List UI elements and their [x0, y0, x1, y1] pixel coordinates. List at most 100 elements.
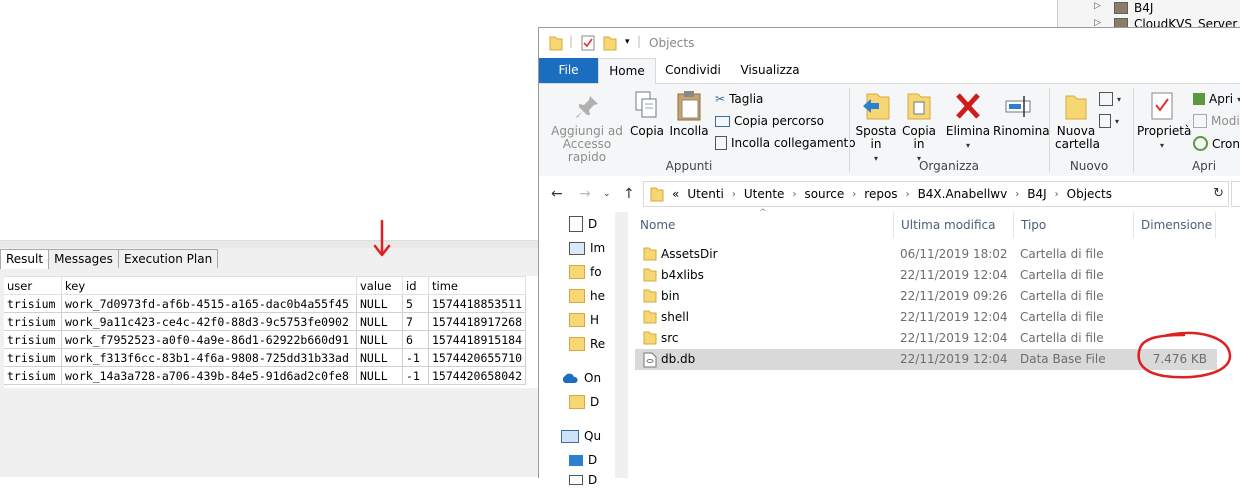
address-box[interactable]: « Utenti › Utente › source › repos › B4X…	[643, 181, 1229, 207]
paste-shortcut-button[interactable]: Incolla collegamento	[715, 136, 856, 150]
cell-user[interactable]: trisium	[4, 330, 62, 349]
pin-quick-access-button[interactable]: Aggiungi ad Accesso rapido	[547, 94, 627, 164]
solution-item[interactable]: B4J	[1114, 0, 1153, 16]
breadcrumb-item[interactable]: repos	[864, 187, 897, 201]
tab-execution-plan[interactable]: Execution Plan	[117, 249, 219, 268]
copy-to-button[interactable]: Copia in ▾	[899, 90, 939, 165]
copy-path-button[interactable]: Copia percorso	[715, 114, 824, 128]
copy-button[interactable]: Copia	[629, 90, 665, 138]
column-header-name[interactable]: Nome	[640, 218, 675, 236]
column-header-size[interactable]: Dimensione	[1141, 218, 1212, 236]
cell-value[interactable]: NULL	[356, 294, 403, 313]
paste-button[interactable]: Incolla	[667, 90, 711, 138]
move-to-button[interactable]: Sposta in ▾	[855, 90, 897, 165]
back-arrow-icon[interactable]: ←	[551, 186, 563, 202]
cell-user[interactable]: trisium	[4, 348, 62, 367]
cell-key[interactable]: work_9a11c423-ce4c-42f0-88d3-9c5753fe090…	[61, 312, 357, 331]
new-item-button[interactable]: ▾	[1099, 92, 1121, 106]
cell-value[interactable]: NULL	[356, 366, 403, 385]
cell-id[interactable]: 7	[402, 312, 429, 331]
breadcrumb-item[interactable]: B4X.Anabellwv	[918, 187, 1008, 201]
refresh-icon[interactable]: ↻	[1213, 186, 1224, 201]
new-folder-icon[interactable]	[603, 35, 617, 51]
breadcrumb-chevron-icon[interactable]: ›	[792, 189, 796, 200]
column-header-time[interactable]: time	[427, 276, 527, 295]
nav-item[interactable]: Qu	[561, 426, 601, 446]
cell-user[interactable]: trisium	[4, 366, 62, 385]
nav-item[interactable]: D	[569, 214, 597, 234]
edit-button[interactable]: Modifi	[1193, 114, 1240, 128]
navigation-scrollbar[interactable]	[615, 212, 628, 478]
file-row[interactable]: shell 22/11/2019 12:04 Cartella di file	[635, 307, 1217, 328]
cell-time[interactable]: 1574420658042	[427, 366, 527, 385]
breadcrumb-item[interactable]: Objects	[1067, 187, 1112, 201]
tab-messages[interactable]: Messages	[48, 249, 119, 268]
splitter[interactable]	[0, 240, 540, 248]
table-row[interactable]: trisium work_7d0973fd-af6b-4515-a165-dac…	[4, 294, 527, 313]
cell-time[interactable]: 1574420655710	[427, 348, 527, 367]
breadcrumb-chevron-icon[interactable]: ›	[732, 189, 736, 200]
new-folder-button[interactable]: Nuova cartella	[1055, 90, 1100, 151]
nav-item[interactable]: H	[569, 310, 599, 330]
nav-item[interactable]: Im	[569, 238, 605, 258]
table-row[interactable]: trisium work_f313f6cc-83b1-4f6a-9808-725…	[4, 348, 527, 367]
column-header-modified[interactable]: Ultima modifica	[901, 218, 996, 236]
nav-item[interactable]: Re	[569, 334, 605, 354]
breadcrumb-overflow[interactable]: «	[672, 187, 679, 201]
easy-access-button[interactable]: ▾	[1099, 114, 1119, 128]
delete-button[interactable]: Elimina ▾	[943, 90, 993, 152]
rename-button[interactable]: Rinomina	[993, 90, 1050, 138]
column-divider[interactable]	[893, 212, 894, 238]
file-row[interactable]: src 22/11/2019 12:04 Cartella di file	[635, 328, 1217, 349]
tab-file[interactable]: File	[539, 58, 598, 83]
breadcrumb-item[interactable]: Utente	[744, 187, 785, 201]
breadcrumb-item[interactable]: B4J	[1027, 187, 1046, 201]
cell-value[interactable]: NULL	[356, 348, 403, 367]
open-button[interactable]: Apri ▾	[1193, 92, 1240, 106]
cell-key[interactable]: work_14a3a728-a706-439b-84e5-91d6ad2c0fe…	[61, 366, 357, 385]
table-row[interactable]: trisium work_f7952523-a0f0-4a9e-86d1-629…	[4, 330, 527, 349]
cell-user[interactable]: trisium	[4, 312, 62, 331]
properties-button[interactable]: Proprietà ▾	[1137, 90, 1191, 152]
query-editor-area[interactable]	[0, 0, 540, 240]
tab-view[interactable]: Visualizza	[735, 58, 805, 83]
nav-item[interactable]: D	[569, 450, 597, 470]
cell-id[interactable]: -1	[402, 348, 429, 367]
column-divider[interactable]	[1215, 212, 1216, 238]
breadcrumb-chevron-icon[interactable]: ›	[1015, 189, 1019, 200]
column-header-value[interactable]: value	[356, 276, 403, 295]
cell-user[interactable]: trisium	[4, 294, 62, 313]
column-header-key[interactable]: key	[61, 276, 357, 295]
breadcrumb-chevron-icon[interactable]: ›	[1055, 189, 1059, 200]
cell-id[interactable]: -1	[402, 366, 429, 385]
column-divider[interactable]	[1133, 212, 1134, 238]
table-row[interactable]: trisium work_14a3a728-a706-439b-84e5-91d…	[4, 366, 527, 385]
cell-key[interactable]: work_f7952523-a0f0-4a9e-86d1-62922b660d9…	[61, 330, 357, 349]
breadcrumb-chevron-icon[interactable]: ›	[852, 189, 856, 200]
cell-key[interactable]: work_7d0973fd-af6b-4515-a165-dac0b4a55f4…	[61, 294, 357, 313]
breadcrumb-chevron-icon[interactable]: ›	[906, 189, 910, 200]
cell-id[interactable]: 6	[402, 330, 429, 349]
nav-item[interactable]: D	[569, 470, 597, 490]
cell-time[interactable]: 1574418853511	[427, 294, 527, 313]
cell-time[interactable]: 1574418917268	[427, 312, 527, 331]
forward-arrow-icon[interactable]: →	[579, 186, 591, 202]
tab-home[interactable]: Home	[598, 58, 656, 85]
file-row[interactable]: bin 22/11/2019 09:26 Cartella di file	[635, 286, 1217, 307]
nav-item[interactable]: he	[569, 286, 605, 306]
tab-share[interactable]: Condividi	[661, 58, 725, 83]
nav-item[interactable]: On	[561, 368, 601, 388]
recent-locations-chevron-icon[interactable]: ⌄	[603, 189, 611, 199]
customize-dropdown-icon[interactable]: ▾	[625, 37, 630, 47]
column-divider[interactable]	[1013, 212, 1014, 238]
file-row[interactable]: AssetsDir 06/11/2019 18:02 Cartella di f…	[635, 244, 1217, 265]
cell-value[interactable]: NULL	[356, 330, 403, 349]
column-header-user[interactable]: user	[4, 276, 62, 295]
column-header-id[interactable]: id	[402, 276, 429, 295]
cell-time[interactable]: 1574418915184	[427, 330, 527, 349]
tab-result[interactable]: Result	[0, 249, 50, 269]
cut-button[interactable]: ✂ Taglia	[715, 92, 763, 106]
history-button[interactable]: Cronol	[1193, 136, 1240, 151]
breadcrumb-item[interactable]: source	[804, 187, 844, 201]
table-row[interactable]: trisium work_9a11c423-ce4c-42f0-88d3-9c5…	[4, 312, 527, 331]
